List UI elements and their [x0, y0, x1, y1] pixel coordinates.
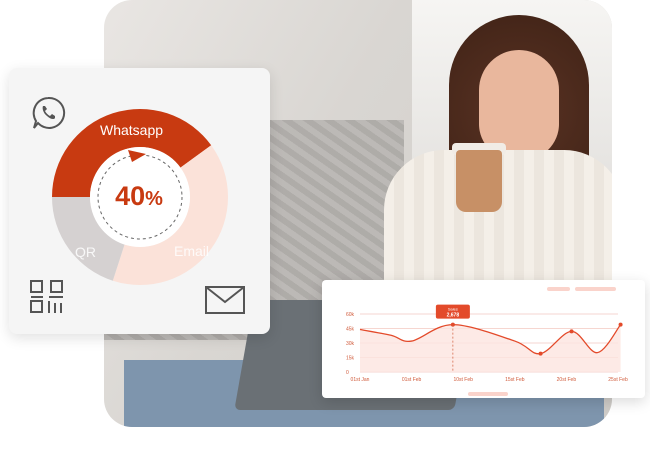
qr-segment-label: QR: [75, 244, 96, 260]
center-percentage: 40%: [107, 181, 171, 212]
y-tick-label: 45k: [346, 327, 355, 333]
whatsapp-icon: [29, 94, 67, 137]
tooltip-value: 2,678: [447, 313, 460, 319]
center-value-number: 40: [115, 181, 146, 211]
sales-line-chart-card: 0 15k 30k 45k 60k 01st Jan 01st Feb 10st Feb 15s…: [322, 280, 645, 398]
whatsapp-segment-label: Whatsapp: [100, 122, 164, 138]
scroll-indicator: [468, 392, 508, 396]
x-tick-label: 01st Feb: [402, 377, 422, 383]
channel-donut-card: Whatsapp QR Email 40%: [9, 68, 270, 334]
data-point: [569, 329, 574, 334]
x-tick-label: 20st Feb: [557, 377, 577, 383]
area-fill: [360, 324, 621, 372]
mail-icon: [205, 286, 245, 319]
data-point: [538, 351, 543, 356]
x-tick-label: 15st Feb: [505, 377, 525, 383]
center-value-unit: %: [145, 188, 163, 210]
x-tick-label: 10st Feb: [453, 377, 473, 383]
qr-icon: [29, 279, 65, 320]
y-tick-label: 30k: [346, 341, 355, 347]
x-tick-label: 25st Feb: [608, 377, 628, 383]
line-chart: 0 15k 30k 45k 60k 01st Jan 01st Feb 10st Feb 15s…: [346, 304, 628, 383]
y-tick-label: 60k: [346, 312, 355, 318]
y-tick-label: 15k: [346, 356, 355, 362]
y-tick-label: 0: [346, 370, 349, 376]
tooltip-label: Sales: [448, 307, 458, 312]
x-tick-label: 01st Jan: [351, 377, 370, 383]
email-segment-label: Email: [174, 243, 210, 259]
coffee-cup: [456, 150, 502, 212]
data-point: [618, 322, 623, 327]
